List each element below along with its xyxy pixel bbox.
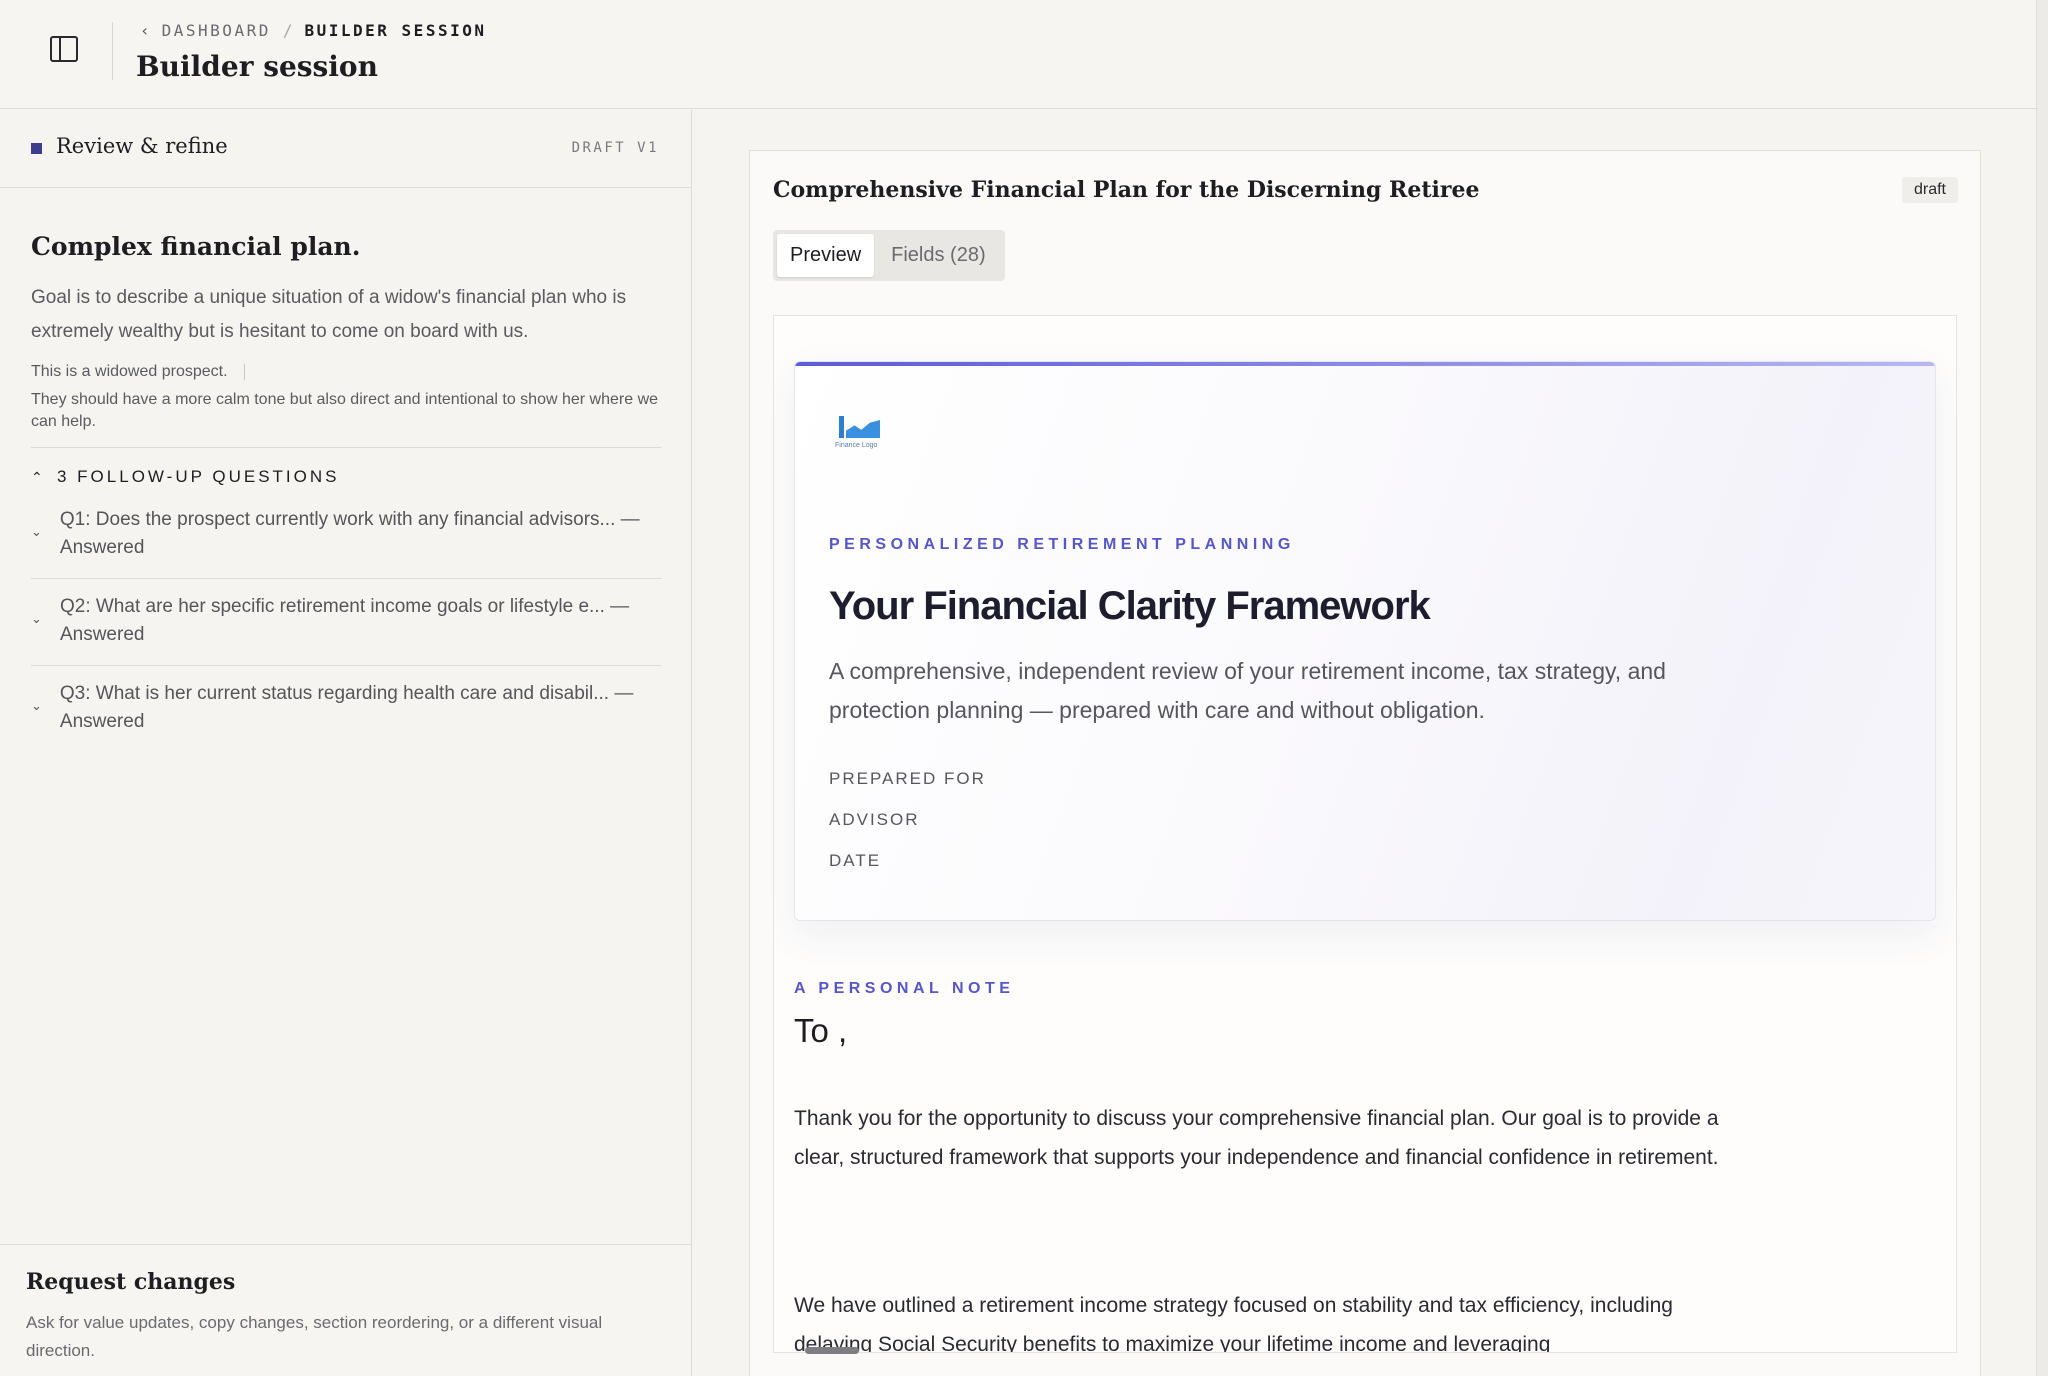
panel-header: Review & refine DRAFT V1 [0, 110, 691, 188]
question-item[interactable]: ⌄ Q3: What is her current status regardi… [31, 680, 661, 752]
status-badge: draft [1901, 177, 1958, 203]
question-item[interactable]: ⌄ Q1: Does the prospect currently work w… [31, 506, 661, 579]
accent-bar [795, 362, 1935, 366]
question-item[interactable]: ⌄ Q2: What are her specific retirement i… [31, 593, 661, 666]
tab-fields[interactable]: Fields (28) [878, 234, 998, 277]
hero-eyebrow: PERSONALIZED RETIREMENT PLANNING [829, 536, 1295, 553]
preview-frame[interactable]: Finance Logo PERSONALIZED RETIREMENT PLA… [773, 315, 1957, 1353]
horizontal-scroll-thumb[interactable] [805, 1347, 859, 1354]
panel-title: Review & refine [56, 134, 228, 158]
hero-subheading: A comprehensive, independent review of y… [829, 658, 1666, 723]
follow-up-toggle[interactable]: ⌃ 3 FOLLOW-UP QUESTIONS [31, 448, 661, 506]
chevron-up-icon: ⌃ [31, 468, 43, 485]
follow-up-questions: ⌃ 3 FOLLOW-UP QUESTIONS ⌄ Q1: Does the p… [31, 447, 661, 766]
chevron-down-icon: ⌄ [31, 611, 42, 626]
note-paragraph-2: We have outlined a retirement income str… [794, 1294, 1673, 1353]
brief-note-1-text: This is a widowed prospect. [31, 363, 228, 380]
window-scrollbar[interactable] [2036, 0, 2048, 1376]
question-text: Q3: What is her current status regarding… [59, 683, 634, 732]
chevron-left-icon[interactable]: ‹ [140, 21, 150, 40]
logo-chart-icon [846, 420, 880, 438]
follow-up-label: 3 FOLLOW-UP QUESTIONS [57, 467, 340, 486]
document-title: Comprehensive Financial Plan for the Dis… [773, 177, 1480, 203]
meta-advisor: ADVISOR [829, 810, 920, 829]
logo-caption: Finance Logo [835, 442, 878, 449]
question-text: Q1: Does the prospect currently work wit… [59, 509, 640, 558]
breadcrumb-current: BUILDER SESSION [304, 20, 487, 40]
logo-bar [839, 416, 844, 438]
chevron-down-icon: ⌄ [31, 698, 42, 713]
document-card: Comprehensive Financial Plan for the Dis… [749, 150, 1981, 1376]
note-eyebrow: A PERSONAL NOTE [794, 980, 1015, 997]
brief-note-1: This is a widowed prospect. [31, 363, 661, 381]
breadcrumb-separator: / [282, 20, 293, 40]
request-changes-hint: Ask for value updates, copy changes, sec… [26, 1313, 603, 1360]
brief-title: Complex financial plan. [31, 232, 361, 261]
top-header: ‹ DASHBOARD / BUILDER SESSION Builder se… [0, 0, 2036, 109]
brief-goal: Goal is to describe a unique situation o… [31, 287, 627, 342]
hero-headline: Your Financial Clarity Framework [829, 584, 1431, 628]
left-panel: Review & refine DRAFT V1 Complex financi… [0, 110, 692, 1376]
finance-logo: Finance Logo [831, 408, 893, 454]
note-paragraph-1: Thank you for the opportunity to discuss… [794, 1107, 1719, 1169]
breadcrumb: ‹ DASHBOARD / BUILDER SESSION [140, 20, 486, 40]
text-cursor [243, 363, 245, 380]
request-changes-panel: Request changes Ask for value updates, c… [0, 1244, 691, 1376]
header-divider [112, 22, 113, 80]
breadcrumb-dashboard[interactable]: DASHBOARD [162, 21, 271, 40]
hero-section: Finance Logo PERSONALIZED RETIREMENT PLA… [794, 361, 1936, 921]
draft-version-label: DRAFT V1 [571, 140, 659, 156]
status-marker-icon [31, 143, 42, 154]
chevron-down-icon: ⌄ [31, 524, 42, 539]
meta-date: DATE [829, 851, 882, 870]
note-salutation: To , [794, 1012, 848, 1049]
page-title: Builder session [136, 50, 378, 83]
brief-note-2: They should have a more calm tone but al… [31, 391, 659, 430]
view-tabs: Preview Fields (28) [773, 230, 1005, 281]
sidebar-toggle-icon[interactable] [50, 36, 78, 62]
tab-preview[interactable]: Preview [777, 234, 875, 277]
request-changes-title: Request changes [26, 1269, 236, 1295]
question-text: Q2: What are her specific retirement inc… [59, 596, 630, 645]
brief-section: Complex financial plan. Goal is to descr… [31, 232, 661, 433]
meta-prepared-for: PREPARED FOR [829, 769, 986, 788]
